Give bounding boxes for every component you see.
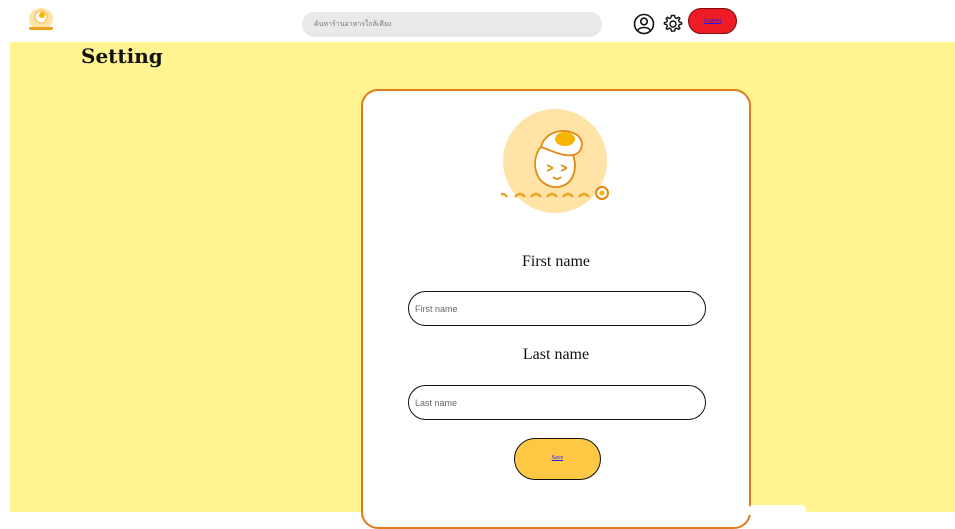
bottom-tab [748,505,806,515]
save-button[interactable]: Save [514,438,601,480]
egg-mascot-logo [501,109,609,213]
top-bar: Logout [0,0,955,42]
app-logo-icon[interactable] [26,7,56,35]
first-name-field[interactable] [408,291,706,326]
page-title: Setting [81,44,163,68]
logout-button[interactable]: Logout [688,8,737,34]
last-name-label: Last name [522,346,590,363]
gear-icon[interactable] [662,13,684,35]
settings-page: Setting First name Last name Save [10,42,955,529]
search-input[interactable] [302,12,602,37]
profile-form-card: First name Last name Save [361,89,751,529]
first-name-label: First name [522,253,590,270]
last-name-field[interactable] [408,385,706,420]
user-circle-icon[interactable] [633,13,655,35]
